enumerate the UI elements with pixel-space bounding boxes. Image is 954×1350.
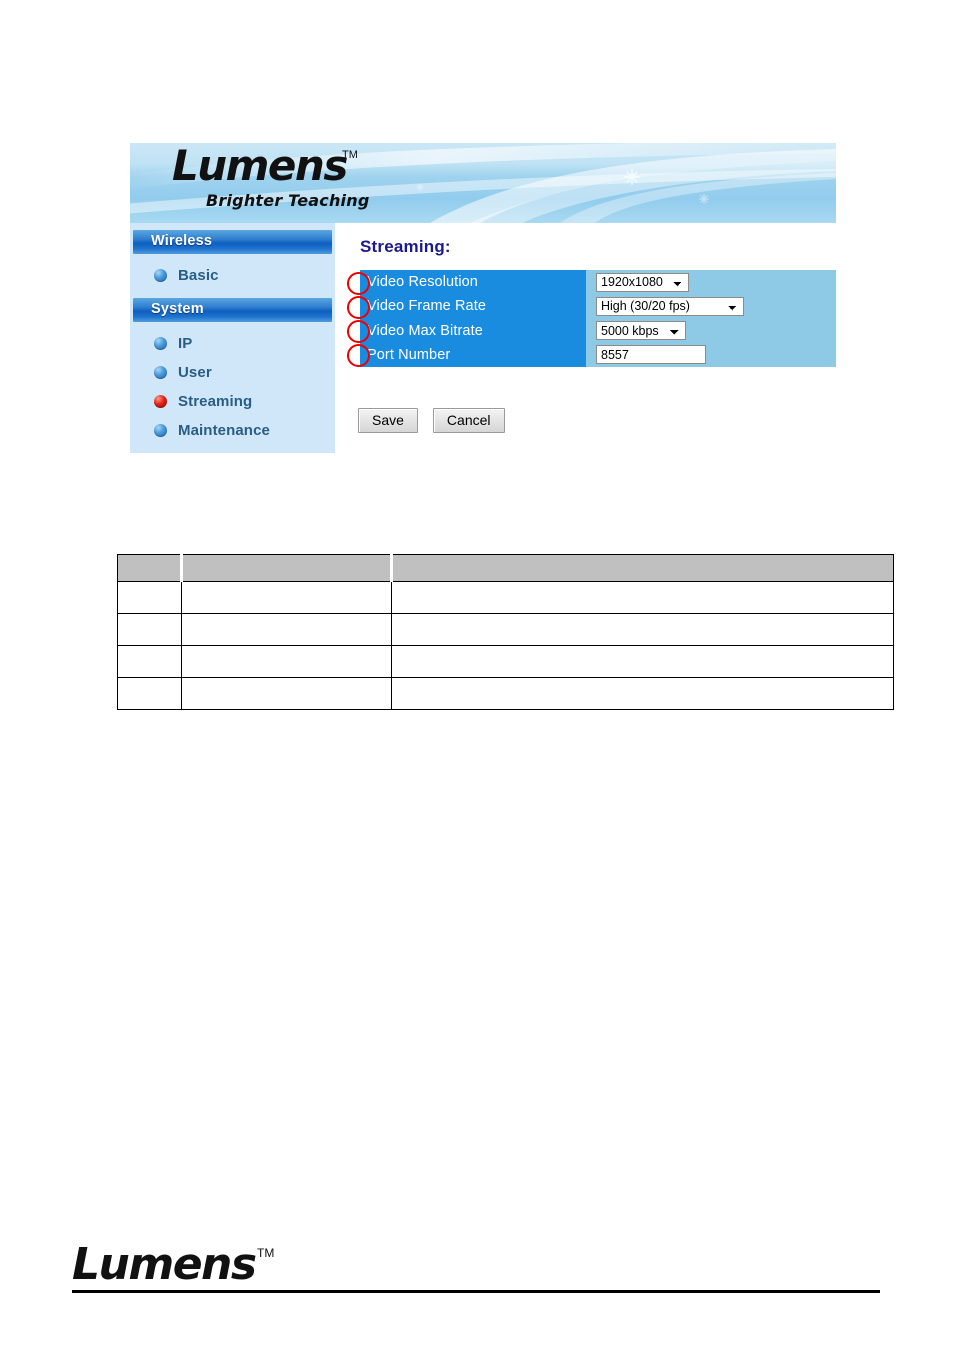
streaming-settings-form: Video Resolution Video Frame Rate Video … bbox=[360, 270, 836, 367]
form-label-column: Video Resolution Video Frame Rate Video … bbox=[360, 270, 586, 367]
save-button[interactable]: Save bbox=[358, 408, 418, 433]
sidebar-item-label: Maintenance bbox=[178, 422, 270, 439]
sphere-bullet-icon bbox=[154, 424, 167, 437]
table-row bbox=[117, 613, 894, 646]
circle-marker-3 bbox=[347, 320, 370, 343]
table-cell bbox=[181, 645, 392, 678]
sidebar-section-label: System bbox=[151, 301, 204, 317]
sidebar-item-label: User bbox=[178, 364, 212, 381]
circle-marker-4 bbox=[347, 344, 370, 367]
table-cell bbox=[117, 581, 182, 614]
footer-lumens-logo-tm: TM bbox=[257, 1246, 275, 1260]
lumens-logo: Lumens bbox=[172, 143, 348, 190]
device-web-interface: Lumens TM Brighter Teaching Wireless Bas… bbox=[130, 143, 836, 453]
table-header-cell-2 bbox=[180, 554, 392, 582]
footer-divider bbox=[72, 1290, 880, 1293]
form-field-column: 1920x1080 High (30/20 fps) 5000 kbps bbox=[586, 270, 836, 367]
sidebar-item-label: IP bbox=[178, 335, 193, 352]
field-row-video-resolution: 1920x1080 bbox=[586, 270, 836, 294]
table-cell bbox=[117, 613, 182, 646]
page-footer: Lumens TM bbox=[0, 1243, 954, 1313]
sidebar-item-ip[interactable]: IP bbox=[130, 329, 335, 358]
sidebar-item-label: Basic bbox=[178, 267, 219, 284]
table-header-cell-1 bbox=[117, 554, 182, 582]
table-cell bbox=[391, 645, 894, 678]
table-cell bbox=[181, 677, 392, 710]
table-cell bbox=[391, 613, 894, 646]
table-cell bbox=[181, 613, 392, 646]
sphere-bullet-icon bbox=[154, 337, 167, 350]
description-table bbox=[117, 554, 894, 710]
lumens-logo-tm: TM bbox=[342, 149, 358, 161]
page-title: Streaming: bbox=[360, 237, 451, 256]
sidebar-item-maintenance[interactable]: Maintenance bbox=[130, 416, 335, 445]
form-actions: Save Cancel bbox=[358, 408, 505, 433]
sphere-bullet-icon bbox=[154, 366, 167, 379]
table-cell bbox=[391, 581, 894, 614]
sidebar-navigation: Wireless Basic System IP User Streaming … bbox=[130, 223, 335, 453]
table-header-row bbox=[117, 554, 894, 582]
sidebar-item-label: Streaming bbox=[178, 393, 253, 410]
field-row-video-max-bitrate: 5000 kbps bbox=[586, 319, 836, 343]
table-row bbox=[117, 677, 894, 710]
page-banner: Lumens TM Brighter Teaching bbox=[130, 143, 836, 223]
sphere-bullet-icon-active bbox=[154, 395, 167, 408]
ui-body: Wireless Basic System IP User Streaming … bbox=[130, 223, 836, 453]
field-label-video-resolution: Video Resolution bbox=[367, 274, 478, 291]
table-row bbox=[117, 645, 894, 678]
footer-lumens-logo: Lumens bbox=[72, 1239, 257, 1290]
field-row-video-frame-rate: High (30/20 fps) bbox=[586, 294, 836, 318]
video-resolution-select[interactable]: 1920x1080 bbox=[596, 272, 689, 292]
circle-marker-2 bbox=[347, 296, 370, 319]
table-cell bbox=[181, 581, 392, 614]
sphere-bullet-icon bbox=[154, 269, 167, 282]
cancel-button[interactable]: Cancel bbox=[432, 408, 505, 433]
lumens-tagline: Brighter Teaching bbox=[206, 191, 370, 210]
sidebar-section-label: Wireless bbox=[151, 233, 213, 249]
port-number-input[interactable] bbox=[596, 345, 706, 365]
sidebar-item-basic[interactable]: Basic bbox=[130, 261, 335, 290]
field-label-port-number: Port Number bbox=[367, 346, 451, 363]
field-label-video-frame-rate: Video Frame Rate bbox=[367, 298, 487, 315]
sidebar-item-user[interactable]: User bbox=[130, 358, 335, 387]
content-panel: Streaming: Video Resolution Video Frame … bbox=[335, 223, 836, 453]
table-cell bbox=[117, 645, 182, 678]
table-header bbox=[117, 554, 894, 582]
field-row-port-number bbox=[586, 343, 836, 367]
sidebar-section-system: System bbox=[133, 298, 332, 322]
field-label-video-max-bitrate: Video Max Bitrate bbox=[367, 322, 483, 339]
video-frame-rate-select[interactable]: High (30/20 fps) bbox=[596, 296, 744, 316]
sidebar-section-wireless: Wireless bbox=[133, 230, 332, 254]
video-max-bitrate-select[interactable]: 5000 kbps bbox=[596, 321, 686, 341]
table-body bbox=[117, 581, 894, 710]
table-cell bbox=[391, 677, 894, 710]
table-row bbox=[117, 581, 894, 614]
table-cell bbox=[117, 677, 182, 710]
sidebar-item-streaming[interactable]: Streaming bbox=[130, 387, 335, 416]
table-header-cell-3 bbox=[390, 554, 894, 582]
circle-marker-1 bbox=[347, 272, 370, 295]
